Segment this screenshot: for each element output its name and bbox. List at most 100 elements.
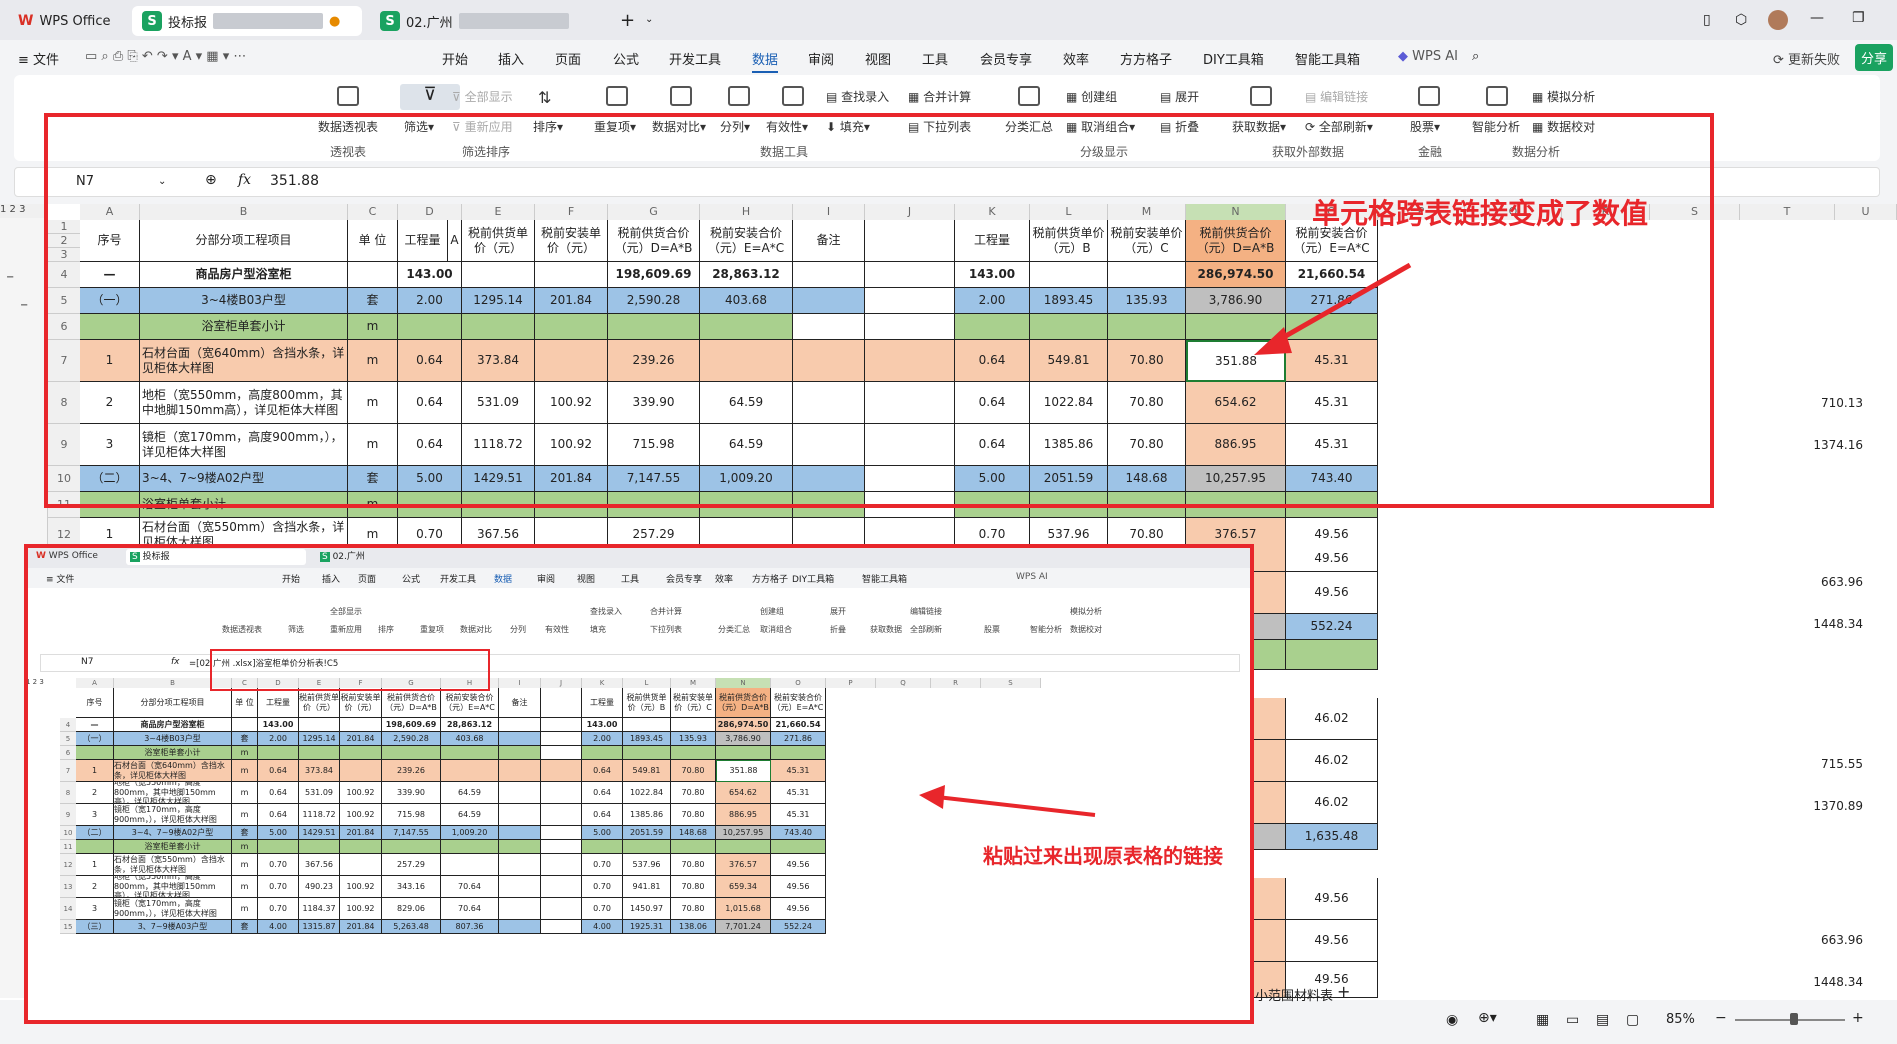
cell-O-extra[interactable]: 49.56 <box>1286 920 1378 962</box>
subtotal-icon <box>1018 86 1040 106</box>
zoom-slider-thumb[interactable] <box>1790 1013 1798 1025</box>
cell-O-extra[interactable]: 46.02 <box>1286 698 1378 740</box>
menu-bar: ≡ 文件 ▭ ⌕ ⎙ ⎘ ↶ ↷ ▾ A ▾ ▦ ▾ ⋯ 开始 插入 页面 公式… <box>0 40 1897 74</box>
menu-diy[interactable]: DIY工具箱 <box>1203 49 1264 68</box>
menu-insert[interactable]: 插入 <box>498 49 524 68</box>
ai-icon: ◆ <box>1398 49 1408 64</box>
cell-O-extra[interactable]: 1,635.48 <box>1286 824 1378 850</box>
smart-analysis-icon <box>1486 86 1508 106</box>
cell-O-extra[interactable]: 49.56 <box>1286 572 1378 614</box>
arrow-bottom-icon <box>919 785 1096 817</box>
add-sheet-icon[interactable]: + <box>1337 982 1350 1001</box>
simulate-button[interactable]: ▦ 模拟分析 <box>1532 88 1595 105</box>
share-button[interactable]: 分享 <box>1855 44 1894 71</box>
pivot-icon <box>337 86 359 106</box>
split-icon <box>728 86 750 106</box>
normal-view-icon[interactable]: ▦ <box>1536 1012 1549 1028</box>
zoom-level[interactable]: 85% <box>1666 1012 1695 1027</box>
cell-O-extra[interactable] <box>1286 640 1378 670</box>
collapse-icon[interactable]: − <box>6 272 14 283</box>
stock-icon <box>1418 86 1440 106</box>
search-icon[interactable]: ⌕ <box>1472 49 1479 64</box>
app-window: W WPS Office S 投标报 ● S 02.广州 + ⌄ ▯ ⬡ — ❐… <box>0 0 1897 1044</box>
validity-icon <box>782 86 804 106</box>
sort-icon: ⇅ <box>538 88 552 107</box>
collapse-icon[interactable]: − <box>20 300 28 311</box>
outline-levels[interactable]: 1 2 3 <box>0 204 48 218</box>
cell-T-extra[interactable]: 1448.34 <box>1740 972 1865 992</box>
menu-tools[interactable]: 工具 <box>922 49 948 68</box>
sheet-tab-materials[interactable]: 小范围材料表 <box>1255 985 1333 1004</box>
cell-T-extra[interactable]: 715.55 <box>1740 754 1865 774</box>
highlight-box-top <box>44 113 1714 508</box>
show-all-button[interactable]: ⊽ 全部显示 <box>452 88 513 105</box>
redacted-title <box>458 13 569 29</box>
page-layout-icon[interactable]: ▭ <box>1566 1012 1579 1028</box>
tab-wps-home[interactable]: W WPS Office <box>8 6 128 36</box>
tab-document-2-title: 02.广州 <box>406 15 453 31</box>
spreadsheet-icon: S <box>142 11 162 31</box>
lookup-button[interactable]: ▤ 查找录入 <box>826 88 889 105</box>
crosshair-icon[interactable]: ⊕▾ <box>1478 1010 1497 1026</box>
zoom-in-icon[interactable]: + <box>1852 1010 1864 1026</box>
menu-member[interactable]: 会员专享 <box>980 49 1032 68</box>
title-bar: W WPS Office S 投标报 ● S 02.广州 + ⌄ ▯ ⬡ — ❐ <box>0 0 1897 40</box>
menu-view[interactable]: 视图 <box>865 49 891 68</box>
spreadsheet-icon: S <box>380 11 400 31</box>
modified-icon: ● <box>329 13 341 29</box>
cube-icon[interactable]: ⬡ <box>1735 12 1747 28</box>
menu-file[interactable]: ≡ 文件 <box>18 49 59 68</box>
cell-T8[interactable]: 710.13 <box>1740 382 1865 424</box>
menu-formula[interactable]: 公式 <box>613 49 639 68</box>
menu-efficiency[interactable]: 效率 <box>1063 49 1089 68</box>
duplicates-icon <box>606 86 628 106</box>
layout-icon[interactable]: ▯ <box>1703 12 1711 28</box>
annotation-top: 单元格跨表链接变成了数值 <box>1312 197 1649 230</box>
zoom-out-icon[interactable]: − <box>1715 1010 1727 1026</box>
cell-T-extra[interactable]: 1370.89 <box>1740 796 1865 816</box>
tab-document-1[interactable]: S 投标报 ● <box>132 6 362 36</box>
create-group-button[interactable]: ▦ 创建组 <box>1066 88 1117 105</box>
merge-calc-button[interactable]: ▦ 合并计算 <box>908 88 971 105</box>
page-break-icon[interactable]: ▤ <box>1596 1012 1609 1028</box>
tab-document-2[interactable]: S 02.广州 <box>370 6 600 36</box>
cell-T-extra[interactable]: 663.96 <box>1740 572 1865 592</box>
cell-O-extra[interactable]: 552.24 <box>1286 614 1378 640</box>
wps-logo-icon: W <box>18 13 34 29</box>
menu-review[interactable]: 审阅 <box>808 49 834 68</box>
filter-icon[interactable]: ⊽ <box>400 84 460 110</box>
wps-ai-button[interactable]: ◆ WPS AI <box>1398 49 1458 64</box>
cell-O-extra[interactable]: 46.02 <box>1286 740 1378 782</box>
annotation-bottom: 粘贴过来出现原表格的链接 <box>983 844 1223 868</box>
restore-icon[interactable]: ❐ <box>1852 10 1865 26</box>
chevron-down-icon[interactable]: ⌄ <box>645 14 653 25</box>
highlight-box-bottom <box>24 544 1254 1024</box>
expand-button[interactable]: ▤ 展开 <box>1160 88 1199 105</box>
minimize-icon[interactable]: — <box>1810 10 1824 26</box>
cell-O-extra[interactable]: 49.56 <box>1286 878 1378 920</box>
cell-T-extra[interactable]: 663.96 <box>1740 930 1865 950</box>
avatar[interactable] <box>1768 10 1788 30</box>
menu-page[interactable]: 页面 <box>555 49 581 68</box>
menu-start[interactable]: 开始 <box>442 49 468 68</box>
arrow-top-icon <box>1254 262 1412 355</box>
reading-icon[interactable]: ▢ <box>1626 1012 1639 1028</box>
compare-icon <box>670 86 692 106</box>
edit-links-button[interactable]: ▤ 编辑链接 <box>1305 88 1368 105</box>
quick-toolbar[interactable]: ▭ ⌕ ⎙ ⎘ ↶ ↷ ▾ A ▾ ▦ ▾ ⋯ <box>85 49 246 64</box>
eye-icon[interactable]: ◉ <box>1446 1012 1458 1028</box>
tab-document-1-title: 投标报 <box>168 15 208 31</box>
menu-ffgz[interactable]: 方方格子 <box>1120 49 1172 68</box>
update-status[interactable]: ⟳ 更新失败 <box>1773 49 1840 68</box>
cell-T-extra[interactable]: 1448.34 <box>1740 614 1865 634</box>
cell-O-extra[interactable]: 46.02 <box>1286 782 1378 824</box>
column-header[interactable]: U <box>1835 204 1897 220</box>
cell-T9[interactable]: 1374.16 <box>1740 424 1865 466</box>
column-header[interactable]: T <box>1740 204 1835 220</box>
menu-devtools[interactable]: 开发工具 <box>669 49 721 68</box>
menu-data[interactable]: 数据 <box>752 49 779 73</box>
menu-smart[interactable]: 智能工具箱 <box>1295 49 1360 68</box>
highlight-formula-box <box>210 649 490 691</box>
new-tab-icon[interactable]: + <box>620 10 635 31</box>
cell-O-extra[interactable]: 49.56 <box>1286 546 1378 572</box>
